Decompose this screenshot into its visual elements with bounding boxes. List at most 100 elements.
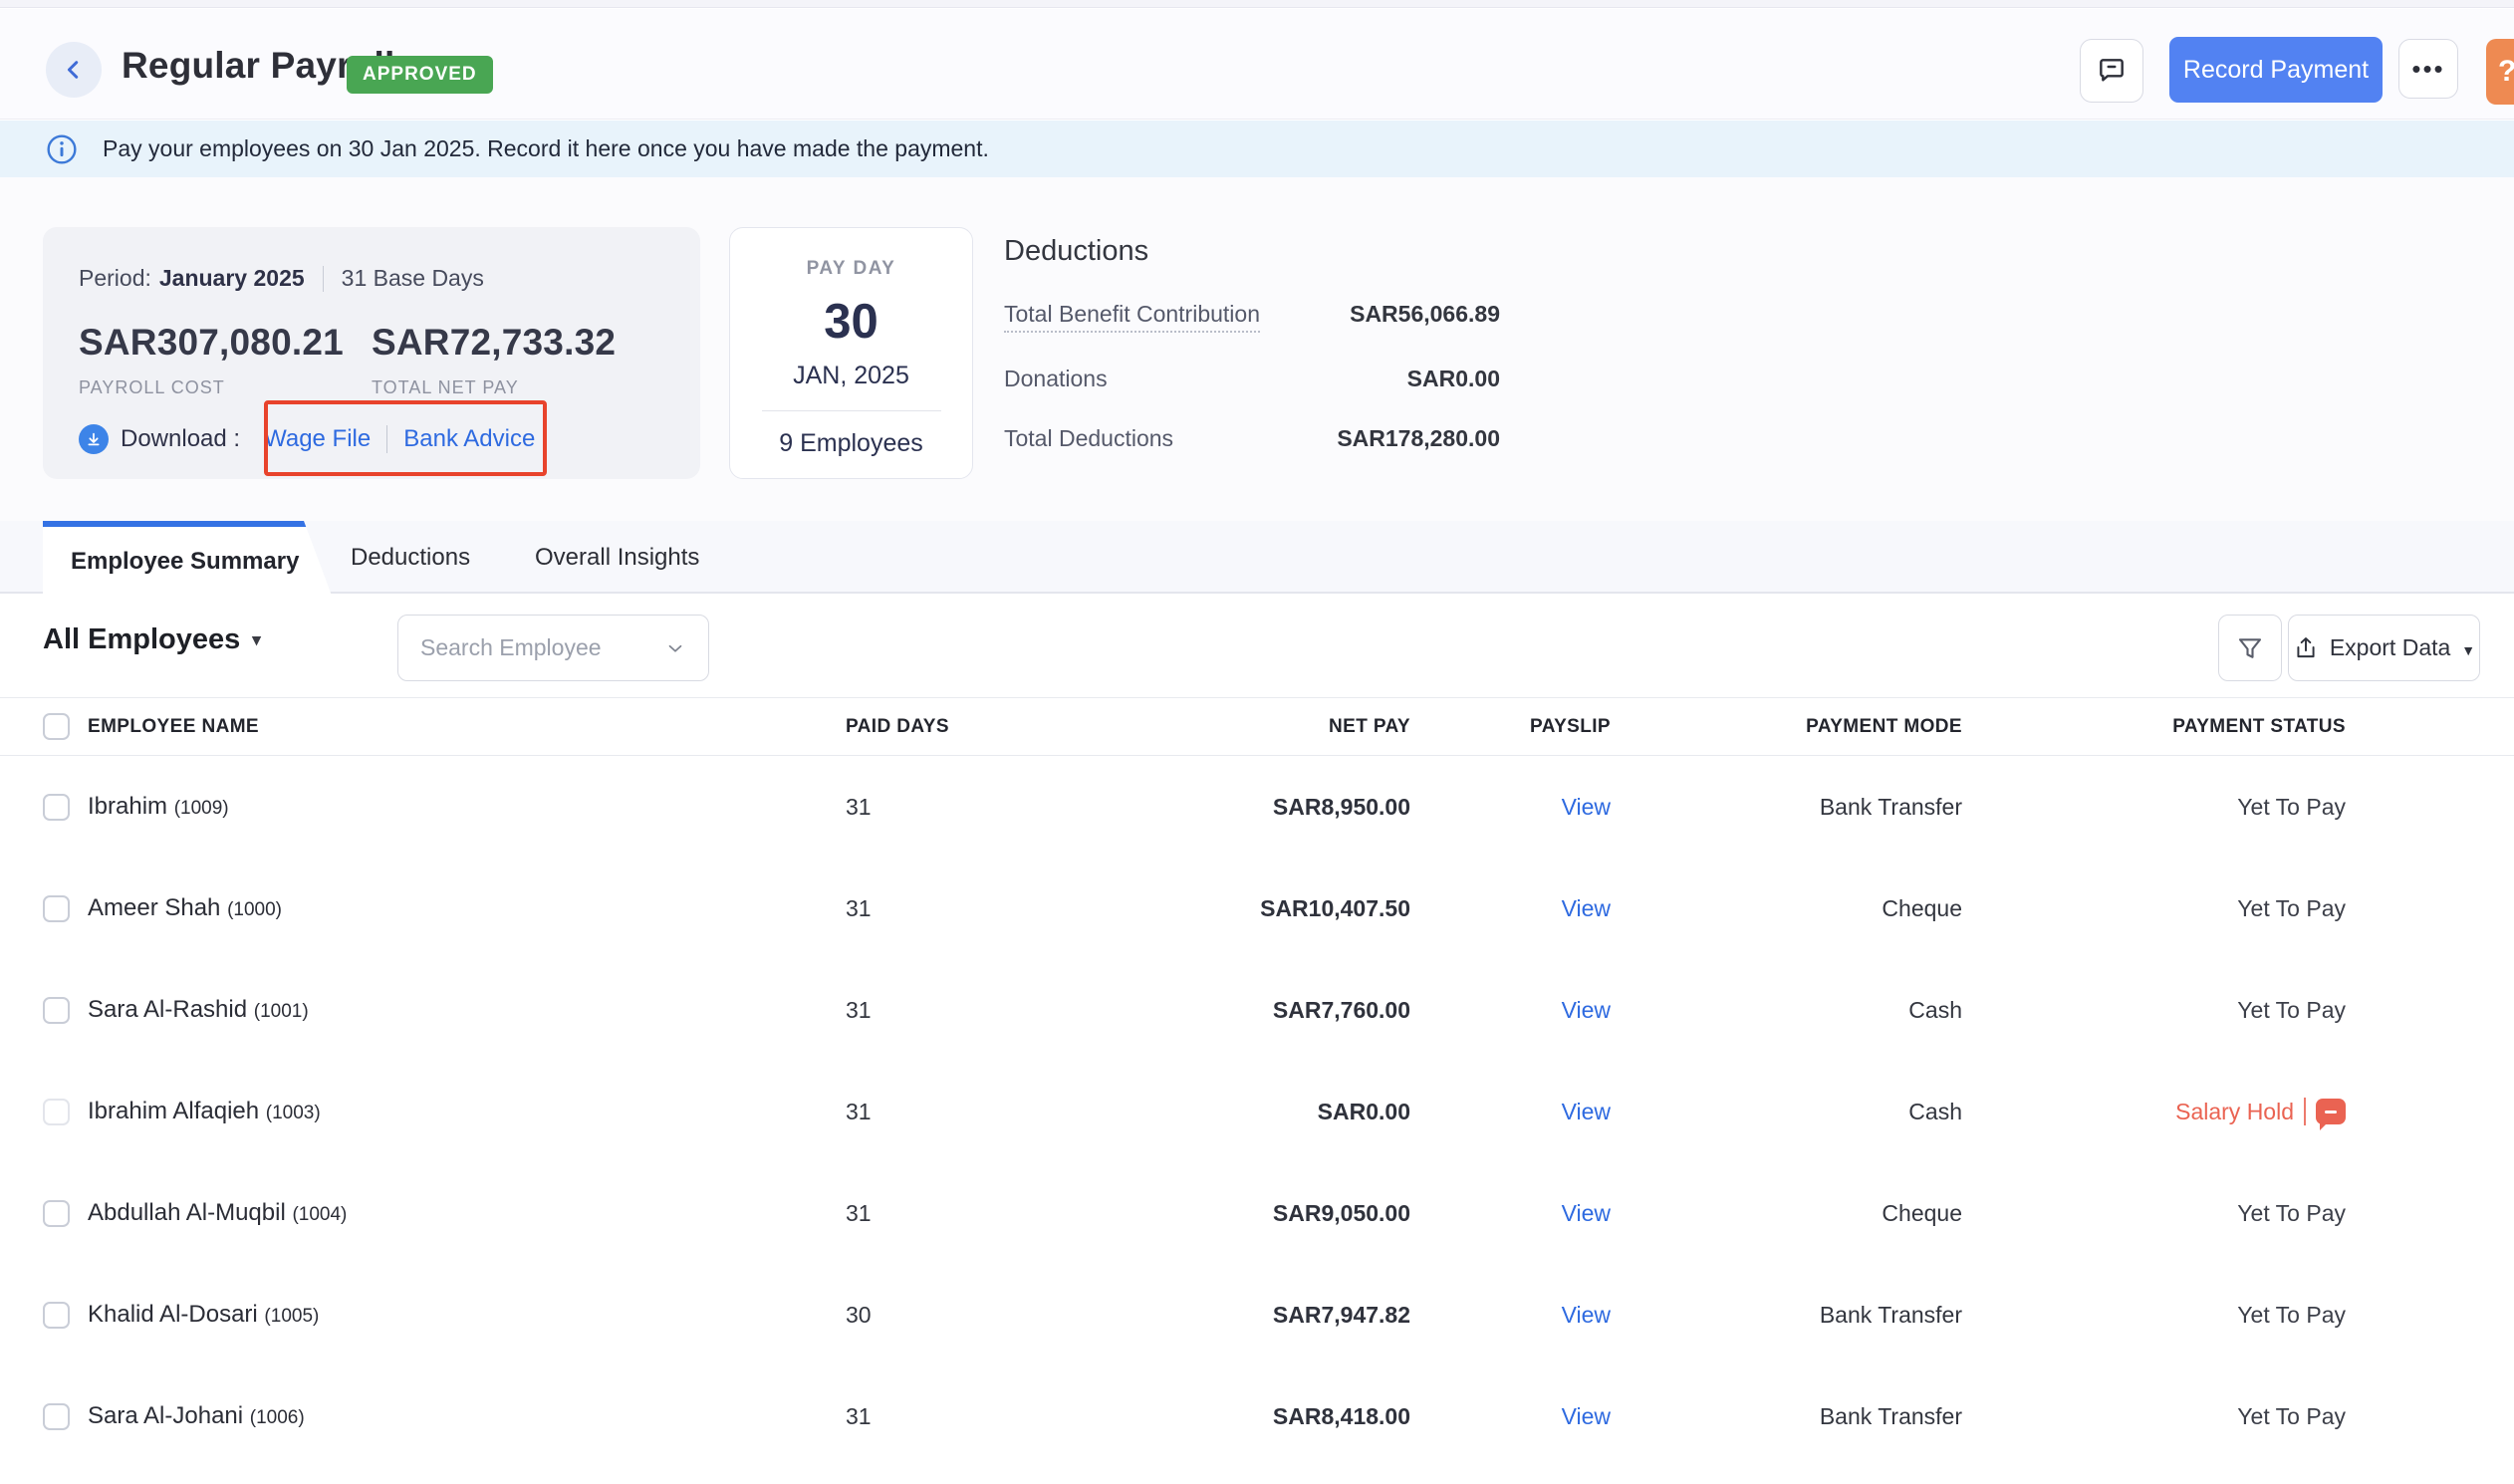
employee-number: (1005) <box>264 1306 320 1327</box>
payment-mode-cell: Cheque <box>1882 1199 1962 1226</box>
view-payslip-link[interactable]: View <box>1562 794 1611 820</box>
row-checkbox[interactable] <box>43 996 70 1024</box>
list-toolbar: All Employees ▾ Search Employee Export D… <box>0 594 2514 697</box>
ellipsis-icon: ••• <box>2411 53 2445 84</box>
tab-deductions[interactable]: Deductions <box>351 521 470 594</box>
table-row: Abdullah Al-Muqbil (1004) 31 SAR9,050.00… <box>0 1162 2514 1264</box>
paid-days-cell: 31 <box>846 996 872 1023</box>
tab-overall-insights[interactable]: Overall Insights <box>535 521 699 594</box>
payroll-cost-value: SAR307,080.21 <box>79 322 344 363</box>
paid-days-cell: 31 <box>846 1098 872 1124</box>
total-benefit-contribution-value: SAR56,066.89 <box>1350 301 1500 327</box>
export-icon <box>2297 636 2315 657</box>
table-row: Sara Al-Johani (1006) 31 SAR8,418.00 Vie… <box>0 1365 2514 1467</box>
chevron-down-icon <box>668 644 682 652</box>
payroll-cost-block: SAR307,080.21 PAYROLL COST <box>79 322 372 398</box>
download-icon <box>79 424 109 454</box>
row-checkbox[interactable] <box>43 1301 70 1329</box>
wage-file-link[interactable]: Wage File <box>264 425 371 453</box>
net-pay-cell: SAR7,947.82 <box>1272 1301 1410 1328</box>
employee-name[interactable]: Ameer Shah <box>88 894 227 921</box>
period-label: Period: <box>79 265 151 291</box>
row-checkbox[interactable] <box>43 1402 70 1430</box>
employee-name[interactable]: Khalid Al-Dosari <box>88 1301 264 1328</box>
table-row: Ibrahim (1009) 31 SAR8,950.00 View Bank … <box>0 756 2514 858</box>
paid-days-cell: 31 <box>846 894 872 921</box>
chevron-left-icon <box>67 61 79 79</box>
paid-days-cell: 31 <box>846 1199 872 1226</box>
employee-scope-dropdown[interactable]: All Employees ▾ <box>43 623 261 656</box>
divider <box>322 265 324 292</box>
banner-text: Pay your employees on 30 Jan 2025. Recor… <box>103 135 989 161</box>
table-row: Khalid Al-Dosari (1005) 30 SAR7,947.82 V… <box>0 1264 2514 1365</box>
employee-number: (1000) <box>227 899 282 920</box>
row-checkbox[interactable] <box>43 1199 70 1227</box>
payment-mode-cell: Cash <box>1908 1098 1962 1124</box>
employee-name[interactable]: Sara Al-Johani <box>88 1402 250 1429</box>
period-card: Period: January 2025 31 Base Days SAR307… <box>43 227 700 479</box>
paid-days-cell: 30 <box>846 1301 872 1328</box>
employee-name[interactable]: Abdullah Al-Muqbil <box>88 1199 292 1226</box>
paid-days-cell: 31 <box>846 1402 872 1429</box>
comments-button[interactable] <box>2080 39 2143 103</box>
download-row: Download : Wage File Bank Advice <box>79 400 664 476</box>
hold-comment-icon[interactable] <box>2316 1099 2346 1130</box>
tab-employee-summary[interactable]: Employee Summary <box>43 521 332 596</box>
header-bar: Regular Payroll APPROVED Record Payment … <box>0 9 2514 120</box>
employee-number: (1006) <box>249 1407 305 1428</box>
payroll-page: Regular Payroll APPROVED Record Payment … <box>0 0 2514 1484</box>
row-checkbox[interactable] <box>43 1098 70 1125</box>
table-body: Ibrahim (1009) 31 SAR8,950.00 View Bank … <box>0 756 2514 1467</box>
payment-mode-cell: Bank Transfer <box>1819 1402 1962 1429</box>
total-benefit-contribution-label[interactable]: Total Benefit Contribution <box>1004 301 1260 333</box>
employee-number: (1003) <box>265 1103 321 1123</box>
search-employee-select[interactable]: Search Employee <box>397 615 709 681</box>
row-checkbox[interactable] <box>43 894 70 922</box>
download-links: Wage File Bank Advice <box>250 425 549 453</box>
net-pay-cell: SAR0.00 <box>1317 1098 1410 1124</box>
total-deductions-value: SAR178,280.00 <box>1337 425 1500 451</box>
employee-name[interactable]: Ibrahim Alfaqieh <box>88 1098 266 1124</box>
top-strip <box>0 0 2514 8</box>
net-pay-cell: SAR8,418.00 <box>1272 1402 1410 1429</box>
info-banner: Pay your employees on 30 Jan 2025. Recor… <box>0 121 2514 177</box>
payroll-cost-label: PAYROLL COST <box>79 377 225 397</box>
employee-number: (1004) <box>292 1204 348 1225</box>
view-payslip-link[interactable]: View <box>1562 997 1611 1023</box>
payment-status-cell: Salary Hold <box>1962 1098 2346 1130</box>
total-net-pay-value: SAR72,733.32 <box>372 322 617 363</box>
deduction-row: Total Deductions SAR178,280.00 <box>1004 425 1500 452</box>
deductions-panel: Deductions Total Benefit Contribution SA… <box>1004 235 1500 452</box>
payment-mode-cell: Bank Transfer <box>1819 1301 1962 1328</box>
payment-status-cell: Yet To Pay <box>2237 894 2346 921</box>
view-payslip-link[interactable]: View <box>1562 1302 1611 1328</box>
employee-table: EMPLOYEE NAME PAID DAYS NET PAY PAYSLIP … <box>0 697 2514 1467</box>
divider <box>761 410 941 411</box>
caret-down-icon: ▼ <box>2461 641 2476 658</box>
select-all-checkbox[interactable] <box>43 713 70 740</box>
filter-funnel-icon <box>2238 637 2262 658</box>
total-net-pay-block: SAR72,733.32 TOTAL NET PAY <box>372 322 664 398</box>
filter-button[interactable] <box>2218 615 2282 681</box>
bank-advice-link[interactable]: Bank Advice <box>403 425 535 453</box>
view-payslip-link[interactable]: View <box>1562 1200 1611 1226</box>
view-payslip-link[interactable]: View <box>1562 1099 1611 1124</box>
period-line: Period: January 2025 31 Base Days <box>79 265 664 292</box>
view-payslip-link[interactable]: View <box>1562 895 1611 921</box>
back-button[interactable] <box>46 42 102 98</box>
caret-down-icon: ▾ <box>252 629 261 649</box>
payment-status-cell: Yet To Pay <box>2237 996 2346 1023</box>
export-data-button[interactable]: Export Data ▼ <box>2288 615 2480 681</box>
period-value: January 2025 <box>158 265 305 291</box>
table-header-row: EMPLOYEE NAME PAID DAYS NET PAY PAYSLIP … <box>0 697 2514 756</box>
help-button[interactable]: ? <box>2486 39 2514 105</box>
payday-month-year: JAN, 2025 <box>793 362 909 389</box>
row-checkbox[interactable] <box>43 793 70 821</box>
view-payslip-link[interactable]: View <box>1562 1403 1611 1429</box>
col-paid-days: PAID DAYS <box>846 715 949 737</box>
more-actions-button[interactable]: ••• <box>2398 39 2458 99</box>
employee-number: (1001) <box>253 1001 309 1022</box>
employee-name[interactable]: Sara Al-Rashid <box>88 996 254 1023</box>
employee-name[interactable]: Ibrahim <box>88 793 174 820</box>
record-payment-button[interactable]: Record Payment <box>2169 37 2383 103</box>
